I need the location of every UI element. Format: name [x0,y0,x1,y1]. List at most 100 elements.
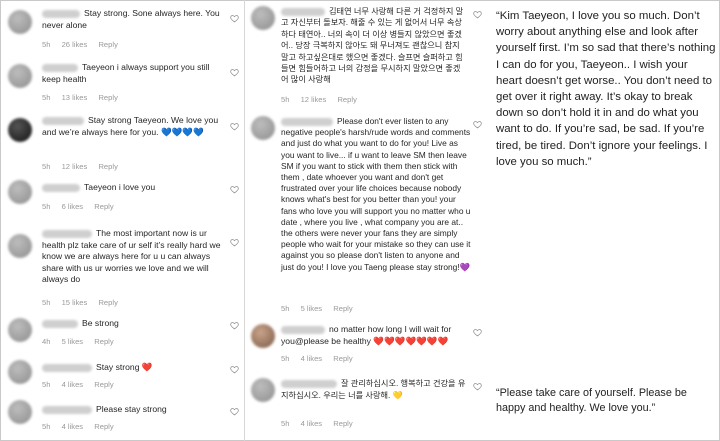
comment-meta: 5h 5 likes Reply [281,304,362,313]
avatar[interactable] [8,64,32,88]
comment: Taeyeon i always support you still keep … [8,60,240,104]
comment-time: 5h [281,95,290,104]
reply-button[interactable]: Reply [94,422,113,431]
heart-icon[interactable] [230,238,239,247]
reply-button[interactable]: Reply [94,202,113,211]
reply-button[interactable]: Reply [94,337,113,346]
username-blurred[interactable] [281,7,325,16]
avatar[interactable] [8,400,32,424]
comment: Stay strong. Sone always here. You never… [8,8,240,52]
heart-icon[interactable] [230,365,239,374]
heart-icon[interactable] [230,122,239,131]
reply-button[interactable]: Reply [98,162,117,171]
comment-time: 5h [281,419,290,428]
comment-text: Be strong [82,318,119,328]
comment-time: 5h [42,93,51,102]
avatar[interactable] [251,378,275,402]
comment-meta: 5h 15 likes Reply [42,298,127,307]
heart-icon[interactable] [230,185,239,194]
avatar[interactable] [8,180,32,204]
comment-text: Please stay strong [96,404,167,414]
avatar[interactable] [251,116,275,140]
comment-text: 김태연 너무 사랑해 다른 거 걱정하지 말고 자신부터 돌보자. 해줄 수 있… [281,7,464,85]
comment: Please don't ever listen to any negative… [251,114,485,314]
comment-meta: 5h 26 likes Reply [42,40,127,49]
comment-likes[interactable]: 4 likes [62,422,84,431]
heart-icon[interactable] [473,328,482,337]
reply-button[interactable]: Reply [337,95,356,104]
heart-icon[interactable] [230,321,239,330]
username-blurred[interactable] [42,183,80,192]
comment-likes[interactable]: 4 likes [62,380,84,389]
comment-likes[interactable]: 4 likes [301,354,323,363]
comment-likes[interactable]: 4 likes [301,419,323,428]
avatar[interactable] [8,318,32,342]
translation-column: “Kim Taeyeon, I love you so much. Don’t … [488,0,720,441]
reply-button[interactable]: Reply [333,419,352,428]
comment-time: 5h [42,298,51,307]
comment-time: 5h [42,162,51,171]
purple-heart-emoji: 💜 [459,261,471,272]
comment: 김태연 너무 사랑해 다른 거 걱정하지 말고 자신부터 돌보자. 해줄 수 있… [251,6,485,106]
avatar[interactable] [8,234,32,258]
username-blurred[interactable] [42,229,92,238]
blue-heart-emoji: 💙💙💙💙 [160,126,204,137]
comment: no matter how long I will wait for you@p… [251,322,485,364]
avatar[interactable] [8,360,32,384]
reply-button[interactable]: Reply [98,298,117,307]
comment-time: 5h [42,40,51,49]
heart-icon[interactable] [230,14,239,23]
comment: Taeyeon i love you 5h 6 likes Reply [8,180,240,214]
comment-meta: 5h 13 likes Reply [42,93,127,102]
heart-icon[interactable] [473,10,482,19]
comments-column-left: Stay strong. Sone always here. You never… [0,0,244,441]
comment-meta: 5h 12 likes Reply [42,162,127,171]
comment-text: Taeyeon i love you [84,182,156,192]
username-blurred[interactable] [42,363,92,372]
username-blurred[interactable] [281,117,333,126]
username-blurred[interactable] [42,116,84,125]
heart-icon[interactable] [230,407,239,416]
reply-button[interactable]: Reply [98,40,117,49]
comment: Stay strong ❤️ 5h 4 likes Reply [8,358,240,389]
username-blurred[interactable] [281,325,325,334]
comment-likes[interactable]: 12 likes [62,162,88,171]
comment-text: Stay strong [96,362,140,372]
comment-likes[interactable]: 26 likes [62,40,88,49]
username-blurred[interactable] [42,405,92,414]
reply-button[interactable]: Reply [98,93,117,102]
comment-likes[interactable]: 13 likes [62,93,88,102]
comment-meta: 5h 4 likes Reply [281,419,362,428]
comment-likes[interactable]: 5 likes [301,304,323,313]
comment-meta: 5h 4 likes Reply [42,422,123,431]
avatar[interactable] [251,6,275,30]
comment-time: 5h [281,354,290,363]
username-blurred[interactable] [42,9,80,18]
comment-likes[interactable]: 6 likes [62,202,84,211]
comment-likes[interactable]: 5 likes [62,337,84,346]
comment-time: 4h [42,337,51,346]
heart-icon[interactable] [473,382,482,391]
reply-button[interactable]: Reply [333,304,352,313]
reply-button[interactable]: Reply [333,354,352,363]
username-blurred[interactable] [42,63,78,72]
yellow-heart-emoji: 💛 [392,390,403,400]
username-blurred[interactable] [281,379,337,388]
username-blurred[interactable] [42,319,78,328]
comments-column-middle: 김태연 너무 사랑해 다른 거 걱정하지 말고 자신부터 돌보자. 해줄 수 있… [244,0,488,441]
comment-meta: 5h 4 likes Reply [281,354,362,363]
comment-likes[interactable]: 12 likes [301,95,327,104]
reply-button[interactable]: Reply [94,380,113,389]
comment-likes[interactable]: 15 likes [62,298,88,307]
comment-time: 5h [42,380,51,389]
avatar[interactable] [251,324,275,348]
heart-icon[interactable] [230,68,239,77]
avatar[interactable] [8,10,32,34]
comment: Stay strong Taeyeon. We love you and we’… [8,112,240,171]
comment-time: 5h [42,202,51,211]
heart-icon[interactable] [473,120,482,129]
red-hearts-emoji: ❤️❤️❤️❤️❤️❤️❤️ [373,335,449,346]
comment-time: 5h [281,304,290,313]
comment-meta: 4h 5 likes Reply [42,337,123,346]
avatar[interactable] [8,118,32,142]
